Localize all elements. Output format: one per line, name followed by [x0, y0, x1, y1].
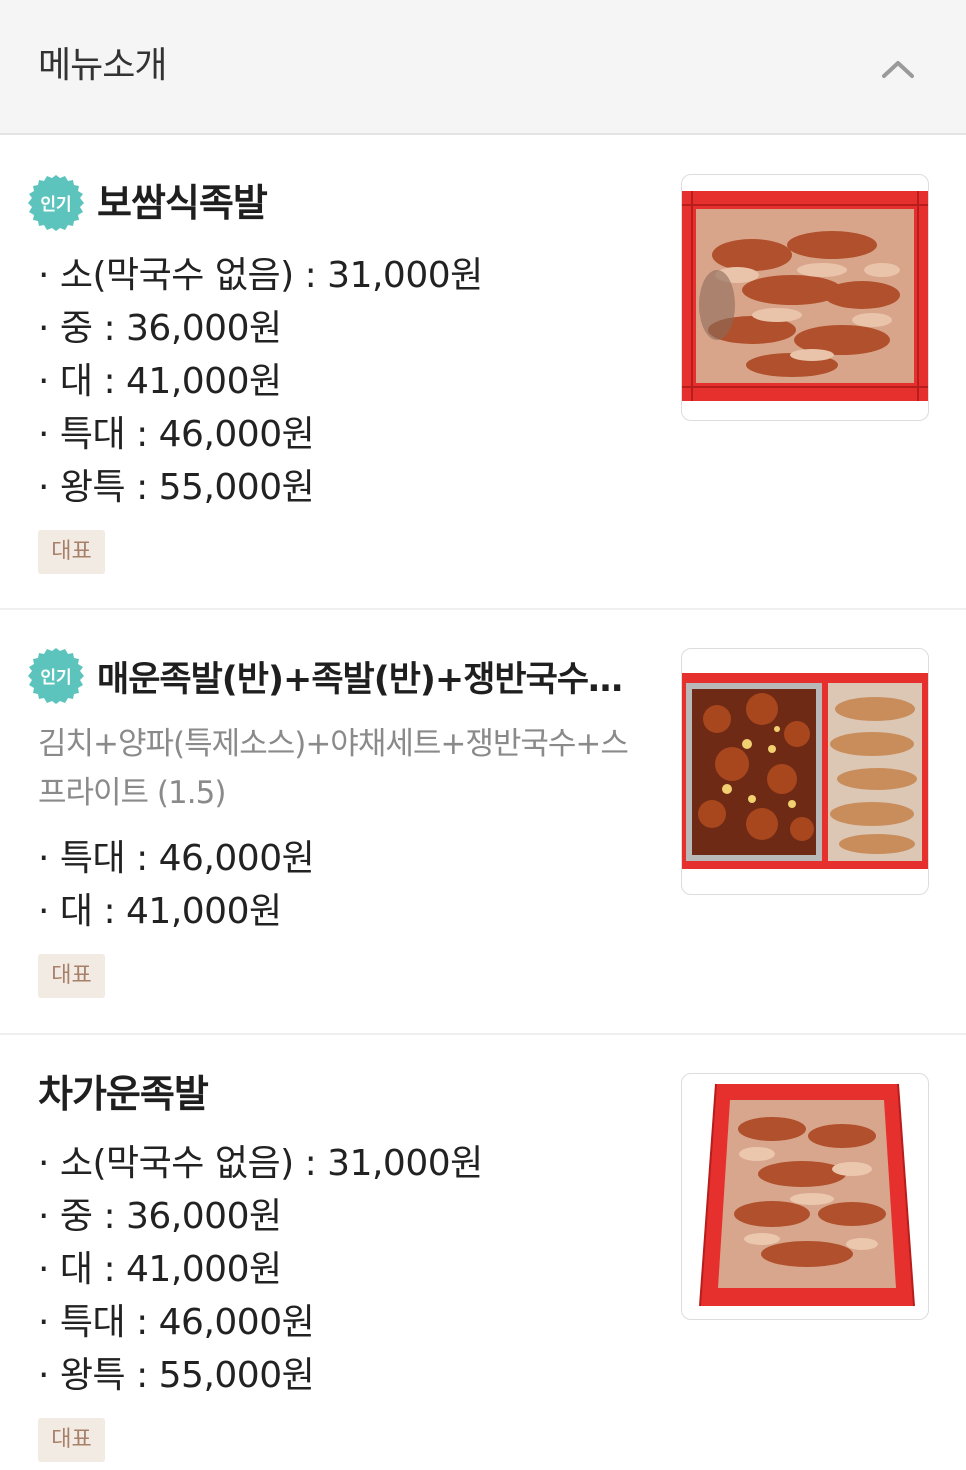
price-option: 왕특 : 55,000원: [38, 461, 483, 514]
svg-text:인기: 인기: [40, 668, 71, 688]
menu-item-photo[interactable]: [681, 1073, 929, 1320]
price-option: 소(막국수 없음) : 31,000원: [38, 249, 483, 302]
price-list: 소(막국수 없음) : 31,000원 중 : 36,000원 대 : 41,0…: [38, 249, 483, 514]
menu-section-header[interactable]: 메뉴소개: [0, 0, 966, 135]
price-option: 대 : 41,000원: [38, 885, 314, 938]
menu-item-name: 매운족발(반)+족발(반)+쟁반국수…: [97, 660, 623, 700]
chevron-up-icon[interactable]: [872, 46, 924, 92]
menu-item-photo[interactable]: [681, 648, 929, 895]
menu-item[interactable]: 인기 보쌈식족발 소(막국수 없음) : 31,000원 중 : 36,000원…: [0, 137, 966, 609]
price-option: 소(막국수 없음) : 31,000원: [38, 1137, 483, 1190]
price-option: 대 : 41,000원: [38, 355, 483, 408]
price-option: 특대 : 46,000원: [38, 1296, 483, 1349]
price-option: 왕특 : 55,000원: [38, 1349, 483, 1402]
svg-text:인기: 인기: [40, 195, 71, 215]
price-option: 특대 : 46,000원: [38, 408, 483, 461]
price-option: 특대 : 46,000원: [38, 832, 315, 885]
menu-item-description: 김치+양파(특제소스)+야채세트+쟁반국수+스프라이트 (1.5): [38, 726, 629, 811]
price-option: 중 : 36,000원: [38, 302, 483, 355]
signature-tag: 대표: [38, 1418, 105, 1462]
signature-tag: 대표: [38, 530, 105, 574]
signature-tag: 대표: [38, 954, 105, 998]
menu-item-photo[interactable]: [681, 174, 929, 421]
popular-badge: 인기: [28, 175, 84, 231]
menu-item[interactable]: 인기 매운족발(반)+족발(반)+쟁반국수… 김치+양파(특제소스)+야채세트+…: [0, 610, 966, 1034]
price-option: 대 : 41,000원: [38, 1243, 483, 1296]
price-list: 특대 : 46,000원 대 : 41,000원: [38, 832, 315, 938]
section-title: 메뉴소개: [38, 45, 167, 86]
popular-badge: 인기: [28, 648, 84, 704]
price-list: 소(막국수 없음) : 31,000원 중 : 36,000원 대 : 41,0…: [38, 1137, 483, 1402]
price-option: 중 : 36,000원: [38, 1190, 483, 1243]
menu-item-name: 차가운족발: [38, 1072, 209, 1116]
menu-item[interactable]: 차가운족발 소(막국수 없음) : 31,000원 중 : 36,000원 대 …: [0, 1035, 966, 1470]
menu-item-name: 보쌈식족발: [97, 181, 268, 225]
